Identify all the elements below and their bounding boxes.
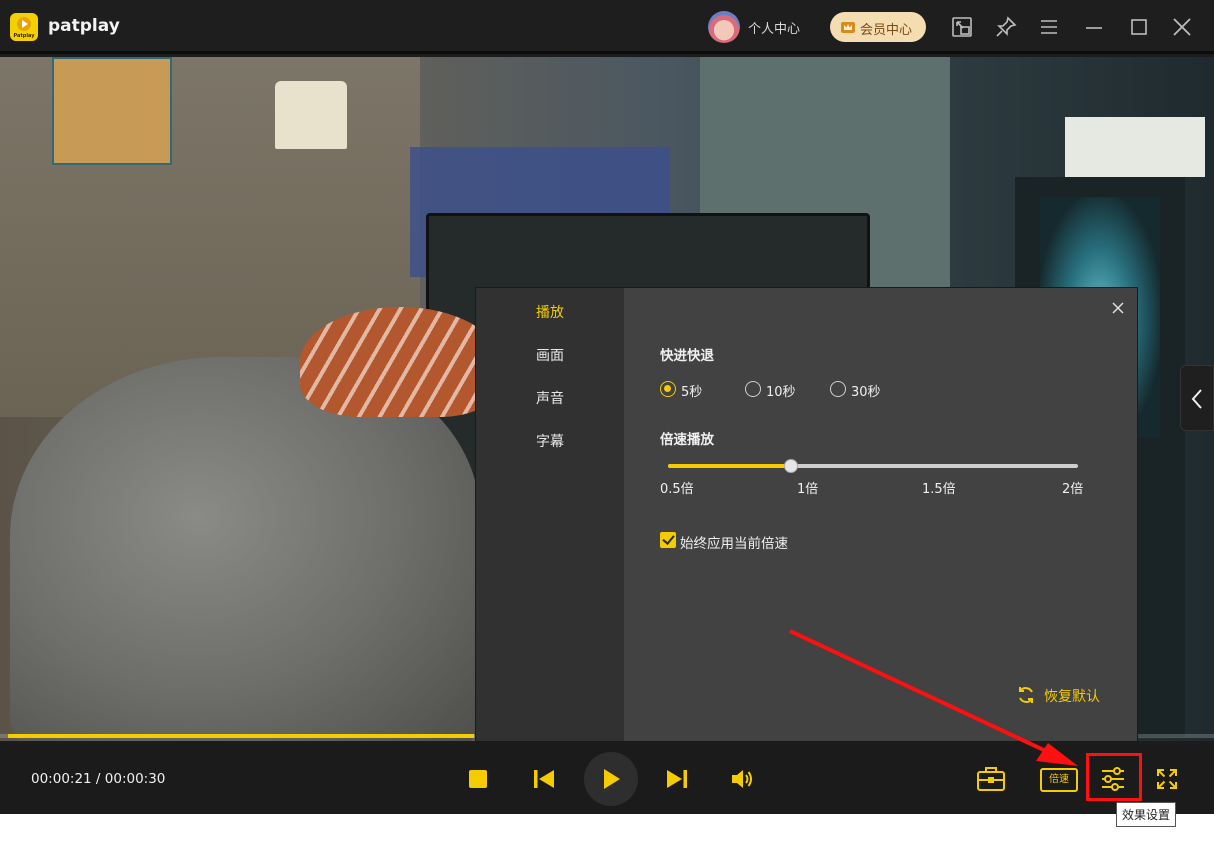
control-bar: 00:00:21 / 00:00:30 倍速 [0, 744, 1214, 814]
time-display: 00:00:21 / 00:00:30 [31, 771, 166, 787]
maximize-icon[interactable] [1127, 15, 1151, 39]
effect-settings-panel: 播放 画面 声音 字幕 快进快退 5秒 10秒 30秒 倍速播放 0.5倍 1倍… [475, 287, 1138, 742]
play-button[interactable] [584, 752, 638, 806]
fullscreen-icon[interactable] [1156, 768, 1178, 790]
always-apply-label[interactable]: 始终应用当前倍速 [680, 532, 788, 552]
menu-icon[interactable] [1037, 15, 1061, 39]
user-avatar[interactable] [708, 11, 740, 43]
vip-center-button[interactable]: 会员中心 [830, 12, 926, 42]
refresh-icon [1019, 687, 1033, 703]
next-icon[interactable] [666, 769, 688, 789]
crown-icon [841, 22, 855, 33]
play-icon [604, 769, 620, 789]
close-icon[interactable] [1170, 15, 1194, 39]
nav-subtitle[interactable]: 字幕 [536, 431, 564, 451]
volume-icon[interactable] [730, 768, 754, 790]
speed-tick-2: 2倍 [1062, 482, 1084, 497]
toolbox-icon[interactable] [976, 766, 1006, 792]
stop-icon[interactable] [468, 769, 488, 789]
nav-picture[interactable]: 画面 [536, 345, 564, 365]
title-bar: Patplay patplay 个人中心 会员中心 [0, 0, 1214, 54]
speed-tick-1.5: 1.5倍 [922, 482, 956, 497]
previous-icon[interactable] [533, 769, 555, 789]
app-window: Patplay patplay 个人中心 会员中心 播放 画面 声音 字幕 快进… [0, 0, 1214, 814]
speed-tick-1: 1倍 [797, 482, 819, 497]
user-center-link[interactable]: 个人中心 [748, 18, 800, 37]
settings-nav: 播放 画面 声音 字幕 [476, 288, 624, 741]
speed-slider-fill [668, 464, 791, 468]
panel-close-icon[interactable] [1108, 298, 1128, 318]
speed-section-title: 倍速播放 [660, 432, 714, 448]
side-panel-toggle[interactable] [1180, 365, 1214, 431]
app-logo: Patplay [10, 13, 38, 41]
restore-default-label: 恢复默认 [1044, 689, 1100, 705]
nav-audio[interactable]: 声音 [536, 388, 564, 408]
speed-slider-knob[interactable] [784, 459, 798, 473]
speed-tick-0.5: 0.5倍 [660, 482, 694, 497]
vip-center-label: 会员中心 [860, 23, 913, 38]
nav-playback[interactable]: 播放 [536, 302, 564, 322]
app-title: patplay [48, 16, 120, 36]
pin-icon[interactable] [994, 15, 1018, 39]
speed-button[interactable]: 倍速 [1040, 768, 1078, 792]
progress-fill [8, 734, 474, 738]
effect-settings-tooltip: 效果设置 [1116, 802, 1177, 827]
seek-section-title: 快进快退 [660, 348, 714, 364]
effect-settings-highlight [1086, 753, 1142, 801]
minimize-icon[interactable] [1082, 15, 1106, 39]
chevron-left-icon [1191, 389, 1202, 409]
always-apply-checkbox[interactable] [660, 532, 676, 548]
mini-player-icon[interactable] [950, 15, 974, 39]
